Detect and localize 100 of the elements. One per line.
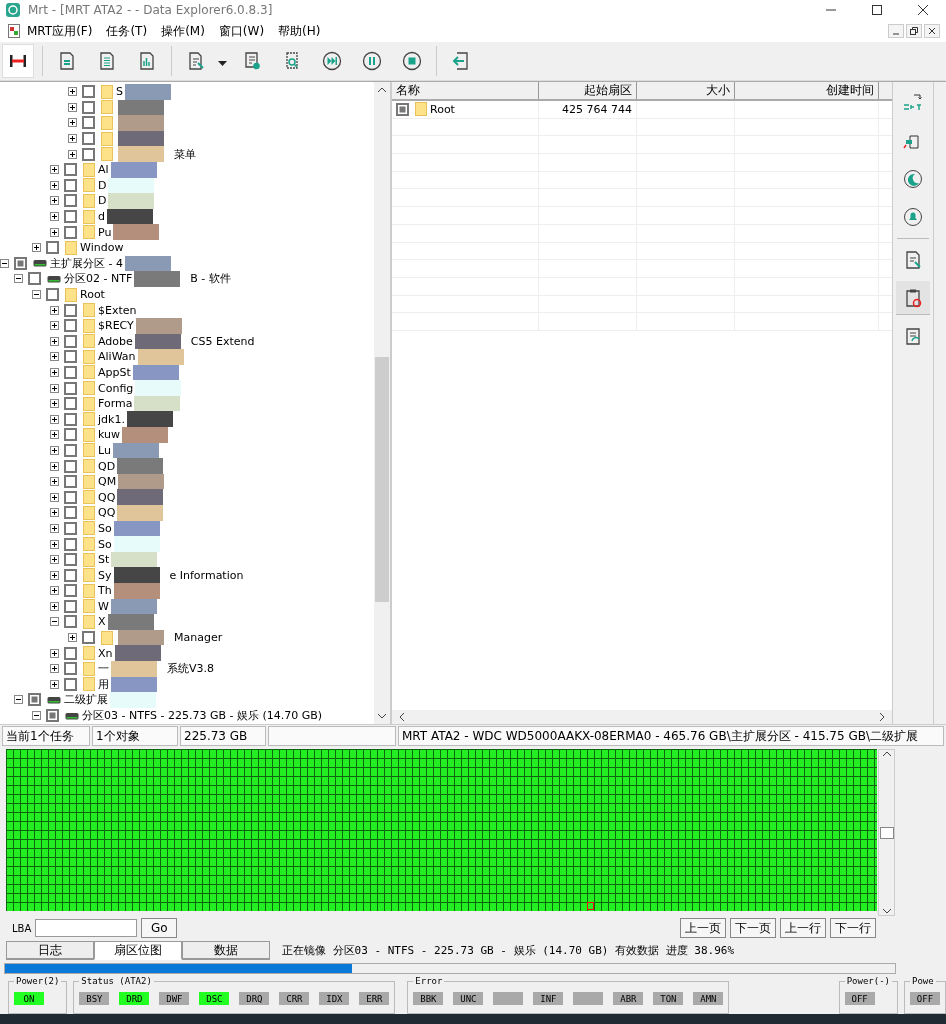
tree-item[interactable]: QM xyxy=(98,475,117,489)
menu-item[interactable]: 帮助(H) xyxy=(271,22,328,40)
checkbox[interactable] xyxy=(64,599,77,613)
tree-item[interactable]: W xyxy=(98,599,109,613)
lba-input-field[interactable] xyxy=(35,919,138,937)
checkbox[interactable] xyxy=(64,662,77,676)
expand-toggle[interactable] xyxy=(50,321,59,331)
tree-item[interactable]: Pu xyxy=(98,225,112,239)
checkbox[interactable] xyxy=(28,272,41,286)
tree-item[interactable]: Root xyxy=(80,288,105,301)
checkbox[interactable] xyxy=(46,709,59,723)
checkbox[interactable] xyxy=(64,366,77,379)
checkbox[interactable] xyxy=(396,102,409,116)
expand-toggle[interactable] xyxy=(50,227,59,237)
tree-item[interactable]: Al xyxy=(98,163,109,177)
tree-item[interactable]: jdk1. xyxy=(98,412,125,426)
expand-toggle[interactable] xyxy=(50,523,59,533)
expand-toggle[interactable] xyxy=(50,586,59,596)
checkbox[interactable] xyxy=(64,506,77,520)
expand-toggle[interactable] xyxy=(50,570,59,580)
expand-toggle[interactable] xyxy=(50,508,59,518)
scroll-up-icon[interactable] xyxy=(881,750,892,758)
checkbox[interactable] xyxy=(82,116,95,130)
expand-toggle[interactable] xyxy=(50,212,59,222)
checkbox[interactable] xyxy=(64,568,77,582)
expand-toggle[interactable] xyxy=(68,134,77,144)
checkbox[interactable] xyxy=(82,85,95,99)
scroll-down-icon[interactable] xyxy=(377,712,387,720)
scroll-right-icon[interactable] xyxy=(878,712,886,722)
checkbox[interactable] xyxy=(46,241,59,255)
tree-item[interactable]: 用 xyxy=(98,676,109,692)
scrollbar[interactable] xyxy=(392,710,892,724)
checkbox[interactable] xyxy=(64,475,77,489)
checkbox[interactable] xyxy=(64,615,77,629)
tree-item[interactable]: $RECY xyxy=(98,319,134,333)
column-header[interactable]: 创建时间 xyxy=(735,82,879,99)
tree-item[interactable]: 分区03 - NTFS - 225.73 GB - 娱乐 (14.70 GB) xyxy=(82,708,323,724)
checkbox[interactable] xyxy=(64,210,77,224)
menu-item[interactable]: 窗口(W) xyxy=(211,22,272,40)
expand-toggle[interactable] xyxy=(50,414,59,424)
tree-item[interactable]: Forma xyxy=(98,397,133,411)
expand-toggle[interactable] xyxy=(68,87,77,97)
checkbox[interactable] xyxy=(64,537,77,551)
expand-toggle[interactable] xyxy=(0,258,9,268)
nav-button[interactable]: 上一行 xyxy=(780,918,826,938)
tree-item[interactable]: So xyxy=(98,537,112,551)
nav-button[interactable]: 下一页 xyxy=(730,918,776,938)
checkbox[interactable] xyxy=(64,490,77,504)
tree-item[interactable]: Sy xyxy=(98,568,112,582)
menu-item[interactable]: 操作(M) xyxy=(154,22,212,40)
column-header[interactable]: 起始扇区 xyxy=(539,82,637,99)
column-header[interactable]: 名称 xyxy=(392,82,539,99)
expand-toggle[interactable] xyxy=(50,180,59,190)
expand-toggle[interactable] xyxy=(50,445,59,455)
tree-item[interactable]: Config xyxy=(98,381,134,395)
scroll-down-icon[interactable] xyxy=(881,907,892,915)
expand-toggle[interactable] xyxy=(50,430,59,440)
expand-toggle[interactable] xyxy=(50,368,59,377)
expand-toggle[interactable] xyxy=(50,352,59,362)
tree-item[interactable]: Xn xyxy=(98,646,113,660)
scrollbar[interactable] xyxy=(374,82,390,724)
expand-toggle[interactable] xyxy=(50,679,59,689)
checkbox[interactable] xyxy=(64,350,77,364)
tree-item[interactable]: Adobe xyxy=(98,334,133,348)
menu-item[interactable]: MRT应用(F) xyxy=(20,22,100,40)
expand-toggle[interactable] xyxy=(68,118,77,128)
tree-item[interactable]: d xyxy=(98,210,105,224)
expand-toggle[interactable] xyxy=(50,617,59,627)
tree-item[interactable]: 一 xyxy=(98,661,109,677)
checkbox[interactable] xyxy=(64,521,77,535)
scroll-thumb[interactable] xyxy=(879,826,894,839)
scroll-up-icon[interactable] xyxy=(377,86,387,94)
tree-item[interactable]: 主扩展分区 - 4 xyxy=(50,255,123,271)
scroll-thumb[interactable] xyxy=(375,357,389,602)
scroll-left-icon[interactable] xyxy=(398,712,406,722)
expand-toggle[interactable] xyxy=(50,336,59,346)
checkbox[interactable] xyxy=(64,584,77,598)
expand-toggle[interactable] xyxy=(32,711,41,721)
expand-toggle[interactable] xyxy=(50,601,59,611)
expand-toggle[interactable] xyxy=(50,196,59,206)
checkbox[interactable] xyxy=(64,163,77,177)
tree-item[interactable]: X xyxy=(98,615,106,629)
expand-toggle[interactable] xyxy=(50,664,59,674)
checkbox[interactable] xyxy=(82,132,95,146)
checkbox[interactable] xyxy=(64,178,77,192)
tree-item[interactable]: $Exten xyxy=(98,303,137,317)
tree-item[interactable]: AliWan xyxy=(98,350,136,364)
checkbox[interactable] xyxy=(14,256,27,270)
tree-item[interactable]: QQ xyxy=(98,490,116,504)
tree-item[interactable]: St xyxy=(98,553,110,567)
checkbox[interactable] xyxy=(64,459,77,473)
tree-item[interactable]: AppSt xyxy=(98,366,131,379)
restore-button[interactable] xyxy=(906,24,922,38)
toolbar-button[interactable] xyxy=(2,44,34,78)
checkbox[interactable] xyxy=(64,553,77,567)
tree-item[interactable]: QD xyxy=(98,459,116,473)
checkbox[interactable] xyxy=(82,100,95,114)
expand-toggle[interactable] xyxy=(50,539,59,549)
checkbox[interactable] xyxy=(64,677,77,691)
checkbox[interactable] xyxy=(64,443,77,457)
